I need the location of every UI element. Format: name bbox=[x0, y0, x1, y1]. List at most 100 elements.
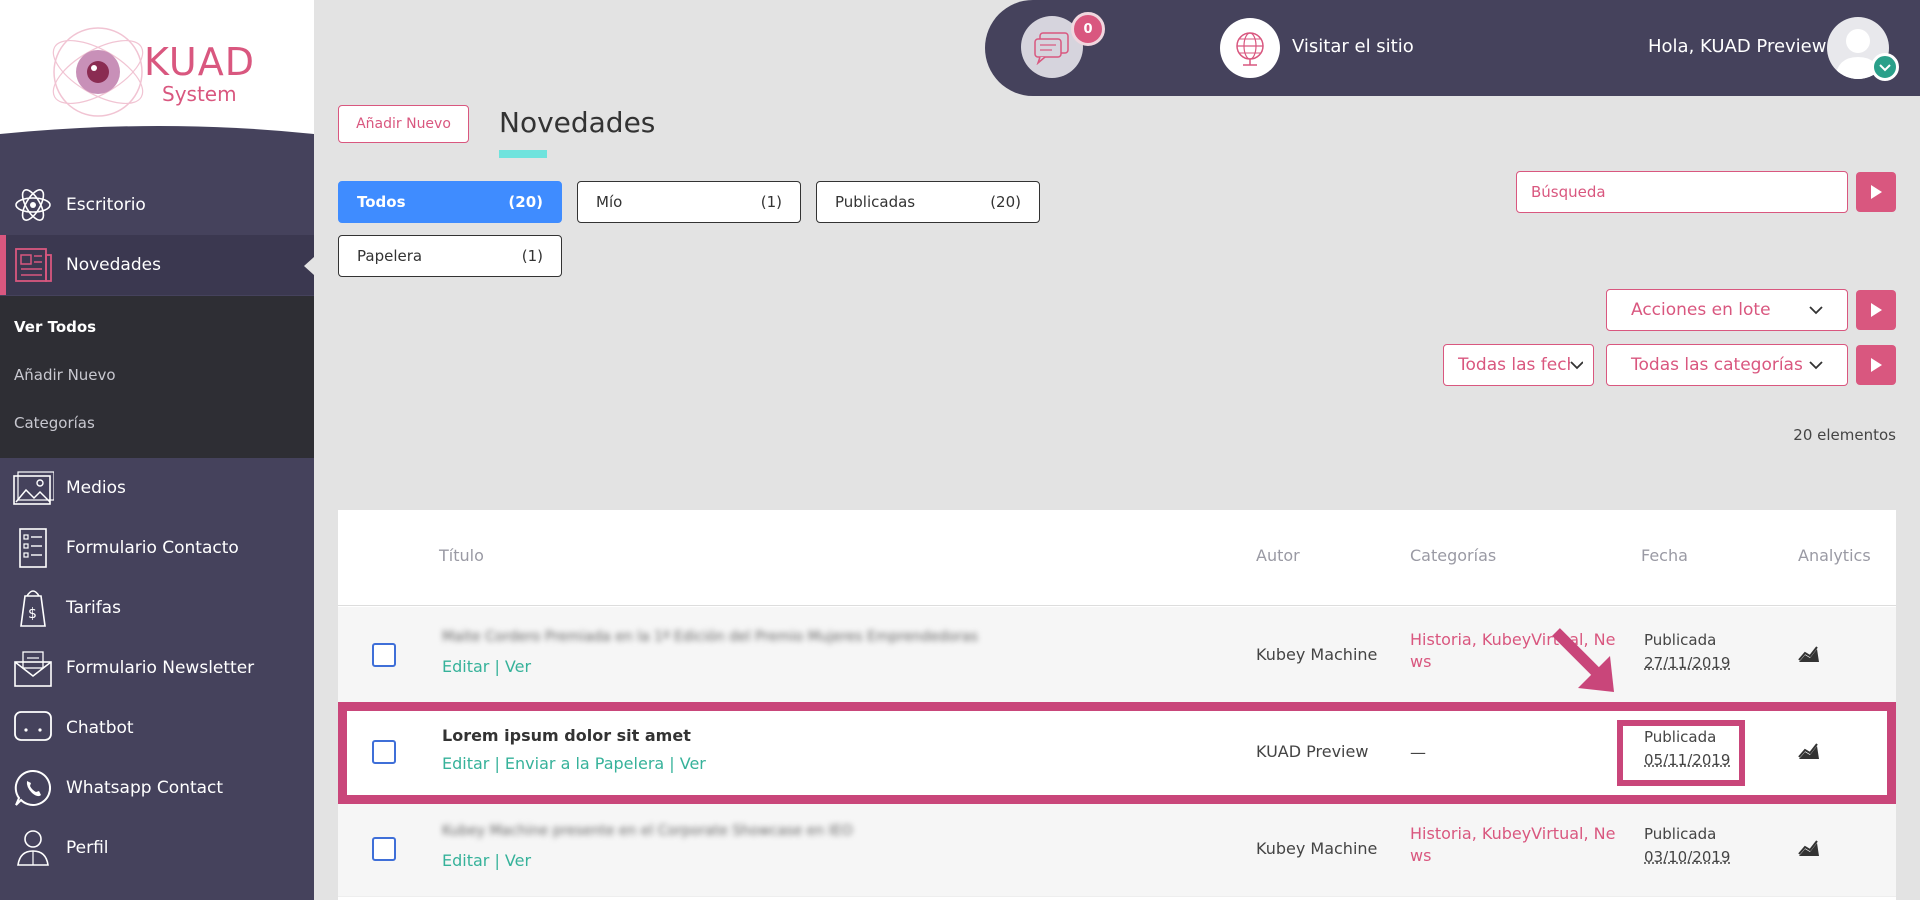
row-author[interactable]: Kubey Machine bbox=[1256, 839, 1377, 858]
filter-publicadas[interactable]: Publicadas (20) bbox=[816, 181, 1040, 223]
column-header-author: Autor bbox=[1256, 546, 1300, 565]
chat-icon bbox=[14, 711, 52, 741]
row-status: Publicada bbox=[1644, 825, 1717, 843]
row-categories[interactable]: Historia, KubeyVirtual, News bbox=[1410, 823, 1622, 867]
sidebar-item-novedades[interactable]: Novedades bbox=[0, 235, 314, 295]
sidebar-item-label: Escritorio bbox=[66, 195, 146, 215]
submenu-categorias[interactable]: Categorías bbox=[14, 414, 95, 432]
row-checkbox[interactable] bbox=[372, 643, 396, 667]
globe-icon bbox=[1236, 32, 1264, 66]
bulk-apply-button[interactable] bbox=[1856, 290, 1896, 330]
logo-text: KUAD bbox=[144, 40, 255, 84]
top-bar: 0 Visitar el sitio Hola, KUAD Preview bbox=[985, 0, 1920, 96]
analytics-chart-icon bbox=[1798, 646, 1819, 662]
search-input[interactable]: Búsqueda bbox=[1516, 171, 1848, 213]
sidebar-item-label: Medios bbox=[66, 478, 126, 498]
analytics-button[interactable] bbox=[1798, 837, 1820, 861]
filter-todos[interactable]: Todos (20) bbox=[338, 181, 562, 223]
row-date-value: 27/11/2019 bbox=[1644, 654, 1731, 672]
row-actions[interactable]: Editar | Ver bbox=[442, 657, 531, 676]
price-tag-icon: $ bbox=[20, 590, 46, 627]
filter-papelera[interactable]: Papelera (1) bbox=[338, 235, 562, 277]
chevron-down-icon bbox=[1879, 64, 1891, 72]
filter-count: (1) bbox=[760, 193, 782, 211]
items-count: 20 elementos bbox=[1793, 426, 1896, 444]
column-header-categories: Categorías bbox=[1410, 546, 1497, 565]
submenu-ver-todos[interactable]: Ver Todos bbox=[14, 318, 96, 336]
sidebar-item-whatsapp-contact[interactable]: Whatsapp Contact bbox=[0, 758, 314, 818]
row-date: Publicada 27/11/2019 bbox=[1644, 629, 1730, 675]
table-row: Maite Cordero Premiada en la 1ª Edición … bbox=[338, 607, 1896, 703]
logo-subtext: System bbox=[162, 82, 237, 106]
filter-count: (20) bbox=[990, 193, 1021, 211]
atom-icon bbox=[15, 189, 51, 221]
chat-bubbles-icon bbox=[1034, 32, 1069, 65]
sidebar-item-label: Perfil bbox=[66, 838, 109, 858]
row-title[interactable]: Kubey Machine presente en el Corporate S… bbox=[442, 823, 853, 839]
filter-label: Todos bbox=[357, 193, 406, 211]
sidebar: KUAD System Escritorio Novedades Ver Tod… bbox=[0, 0, 314, 900]
chevron-down-icon bbox=[1809, 361, 1823, 370]
image-icon bbox=[13, 471, 54, 505]
table-row: Kubey Machine presente en el Corporate S… bbox=[338, 801, 1896, 897]
column-header-date[interactable]: Fecha bbox=[1641, 546, 1688, 565]
play-arrow-icon bbox=[1871, 358, 1882, 372]
visit-site-link[interactable]: Visitar el sitio bbox=[1292, 36, 1414, 57]
add-new-button[interactable]: Añadir Nuevo bbox=[338, 105, 469, 143]
page-title: Novedades bbox=[499, 106, 656, 139]
user-greeting[interactable]: Hola, KUAD Preview bbox=[1648, 36, 1826, 57]
table-header: Título Autor Categorías Fecha Analytics bbox=[338, 510, 1896, 606]
bulk-actions-select[interactable]: Acciones en lote bbox=[1606, 289, 1848, 331]
sidebar-item-label: Chatbot bbox=[66, 718, 134, 738]
arrow-pointer-icon bbox=[1552, 628, 1614, 692]
filter-label: Publicadas bbox=[835, 193, 916, 211]
form-icon bbox=[19, 528, 47, 568]
visit-site-button[interactable] bbox=[1220, 18, 1280, 78]
analytics-button[interactable] bbox=[1798, 643, 1820, 667]
filter-mio[interactable]: Mío (1) bbox=[577, 181, 801, 223]
sidebar-item-tarifas[interactable]: $ Tarifas bbox=[0, 578, 314, 638]
sidebar-item-label: Formulario Contacto bbox=[66, 538, 239, 558]
column-header-analytics: Analytics bbox=[1798, 546, 1871, 565]
row-date: Publicada 03/10/2019 bbox=[1644, 823, 1730, 869]
highlight-box-date bbox=[1617, 720, 1745, 786]
whatsapp-icon bbox=[14, 769, 52, 806]
sidebar-item-medios[interactable]: Medios bbox=[0, 458, 314, 518]
row-actions[interactable]: Editar | Ver bbox=[442, 851, 531, 870]
select-label: Todas las categorías bbox=[1631, 355, 1803, 375]
sidebar-item-formulario-contacto[interactable]: Formulario Contacto bbox=[0, 518, 314, 578]
row-title[interactable]: Maite Cordero Premiada en la 1ª Edición … bbox=[442, 629, 978, 645]
category-filter-select[interactable]: Todas las categorías bbox=[1606, 344, 1848, 386]
filter-label: Mío bbox=[596, 193, 623, 211]
sidebar-item-perfil[interactable]: Perfil bbox=[0, 818, 314, 878]
sidebar-item-label: Tarifas bbox=[66, 598, 121, 618]
logo-area: KUAD System bbox=[0, 0, 314, 150]
title-underline bbox=[499, 150, 547, 158]
notifications-badge: 0 bbox=[1071, 12, 1105, 46]
search-submit-button[interactable] bbox=[1856, 172, 1896, 212]
sidebar-submenu: Ver Todos Añadir Nuevo Categorías bbox=[0, 296, 314, 458]
sidebar-item-label: Novedades bbox=[66, 255, 161, 275]
date-filter-select[interactable]: Todas las fechas bbox=[1443, 344, 1594, 386]
chevron-down-icon bbox=[1809, 306, 1823, 315]
sidebar-item-escritorio[interactable]: Escritorio bbox=[0, 175, 314, 235]
row-author[interactable]: Kubey Machine bbox=[1256, 645, 1377, 664]
filter-label: Papelera bbox=[357, 247, 423, 265]
play-arrow-icon bbox=[1871, 303, 1882, 317]
svg-text:$: $ bbox=[28, 606, 37, 622]
chevron-down-icon bbox=[1569, 361, 1583, 370]
filter-apply-button[interactable] bbox=[1856, 345, 1896, 385]
newspaper-icon bbox=[15, 248, 52, 282]
newsletter-icon bbox=[14, 651, 52, 687]
user-icon bbox=[17, 830, 49, 866]
filter-count: (20) bbox=[508, 193, 543, 211]
sidebar-item-label: Whatsapp Contact bbox=[66, 778, 224, 798]
row-date-value: 03/10/2019 bbox=[1644, 848, 1731, 866]
row-checkbox[interactable] bbox=[372, 837, 396, 861]
sidebar-item-chatbot[interactable]: Chatbot bbox=[0, 698, 314, 758]
sidebar-item-formulario-newsletter[interactable]: Formulario Newsletter bbox=[0, 638, 314, 698]
column-header-title[interactable]: Título bbox=[439, 546, 484, 565]
submenu-anadir-nuevo[interactable]: Añadir Nuevo bbox=[14, 366, 116, 384]
sidebar-item-label: Formulario Newsletter bbox=[66, 658, 255, 678]
status-badge bbox=[1871, 53, 1899, 81]
